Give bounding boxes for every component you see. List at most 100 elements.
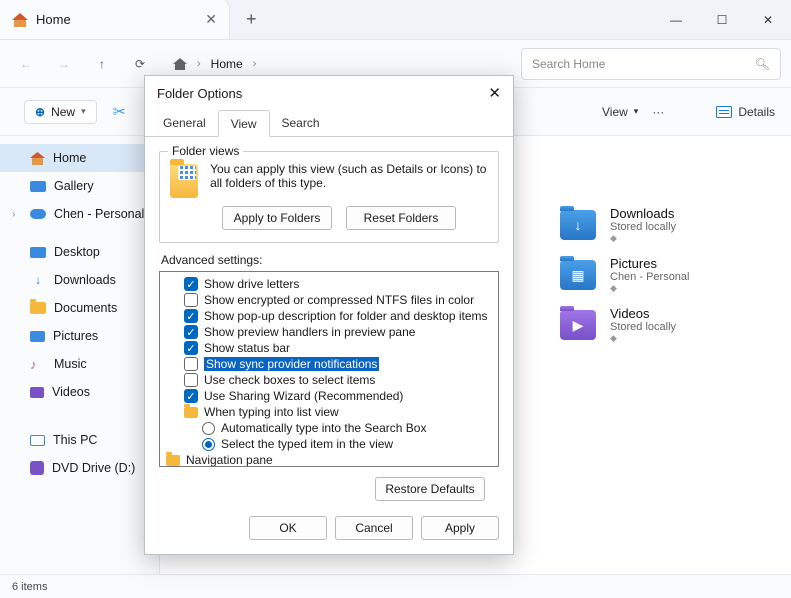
details-icon: [716, 106, 732, 118]
folder-options-dialog: Folder Options ✕ General View Search Fol…: [144, 75, 514, 555]
video-icon: [30, 387, 44, 398]
minimize-button[interactable]: —: [653, 0, 699, 39]
checkbox-icon[interactable]: ✓: [184, 341, 198, 355]
sidebar-item-personal[interactable]: ›Chen - Personal: [0, 200, 159, 228]
forward-button[interactable]: →: [48, 48, 80, 80]
checkbox-icon[interactable]: ✓: [184, 389, 198, 403]
sidebar-item-videos[interactable]: Videos: [0, 378, 159, 406]
new-button[interactable]: ⊕ New ▾: [24, 100, 97, 124]
sidebar-item-gallery[interactable]: Gallery: [0, 172, 159, 200]
home-icon: [30, 152, 45, 165]
tab-search[interactable]: Search: [270, 110, 332, 136]
ok-button[interactable]: OK: [249, 516, 327, 540]
tab-view[interactable]: View: [218, 110, 270, 137]
back-button[interactable]: ←: [10, 48, 42, 80]
maximize-button[interactable]: ☐: [699, 0, 745, 39]
new-tab-button[interactable]: +: [230, 0, 273, 39]
item-count: 6 items: [12, 581, 47, 593]
option-preview-handlers[interactable]: ✓Show preview handlers in preview pane: [166, 324, 492, 340]
chevron-down-icon: ▾: [81, 106, 86, 117]
sidebar-item-desktop[interactable]: Desktop: [0, 238, 159, 266]
breadcrumb-item[interactable]: Home: [211, 57, 243, 71]
checkbox-icon[interactable]: [184, 293, 198, 307]
sidebar-item-thispc[interactable]: This PC: [0, 426, 159, 454]
folder-views-text: You can apply this view (such as Details…: [210, 162, 488, 198]
advanced-settings-tree[interactable]: ✓Show drive letters Show encrypted or co…: [159, 271, 499, 467]
checkbox-icon[interactable]: ✓: [184, 309, 198, 323]
browser-tab[interactable]: Home ✕: [0, 0, 230, 39]
pc-icon: [30, 435, 45, 446]
reset-folders-button[interactable]: Reset Folders: [346, 206, 456, 230]
sidebar-item-pictures[interactable]: Pictures: [0, 322, 159, 350]
music-icon: ♪: [30, 357, 46, 372]
desktop-icon: [30, 247, 46, 258]
folder-views-group: Folder views You can apply this view (su…: [159, 151, 499, 243]
dialog-close-button[interactable]: ✕: [488, 84, 501, 102]
option-sync-notifications[interactable]: Show sync provider notifications: [166, 356, 492, 372]
restore-defaults-button[interactable]: Restore Defaults: [375, 477, 485, 501]
search-input[interactable]: Search Home 🔍︎: [521, 48, 781, 80]
sidebar-item-downloads[interactable]: ↓Downloads: [0, 266, 159, 294]
sidebar-item-home[interactable]: Home: [0, 144, 159, 172]
option-checkboxes[interactable]: Use check boxes to select items: [166, 372, 492, 388]
folder-views-icon: [170, 164, 198, 198]
tab-title: Home: [36, 12, 197, 27]
view-dropdown[interactable]: View▾: [602, 105, 638, 119]
chevron-down-icon: ▾: [634, 106, 639, 117]
option-sharing-wizard[interactable]: ✓Use Sharing Wizard (Recommended): [166, 388, 492, 404]
sidebar-item-dvd[interactable]: DVD Drive (D:): [0, 454, 159, 482]
folder-icon: ▦: [560, 260, 596, 290]
details-toggle[interactable]: Details: [716, 105, 775, 119]
checkbox-icon[interactable]: [184, 373, 198, 387]
search-placeholder: Search Home: [532, 57, 605, 71]
radio-icon[interactable]: [202, 422, 215, 435]
radio-icon[interactable]: [202, 438, 215, 451]
tab-general[interactable]: General: [151, 110, 218, 136]
sidebar-item-documents[interactable]: Documents: [0, 294, 159, 322]
more-button[interactable]: ···: [652, 105, 664, 119]
pin-icon: ◆: [610, 333, 676, 344]
chevron-icon: ›: [197, 58, 201, 70]
titlebar: Home ✕ + — ☐ ✕: [0, 0, 791, 40]
option-popup-desc[interactable]: ✓Show pop-up description for folder and …: [166, 308, 492, 324]
download-icon: ↓: [30, 274, 46, 286]
home-icon: [173, 58, 187, 70]
option-group-typing[interactable]: When typing into list view: [166, 404, 492, 420]
search-icon: 🔍︎: [755, 57, 770, 71]
sidebar: Home Gallery ›Chen - Personal Desktop ↓D…: [0, 136, 160, 574]
dialog-tabs: General View Search: [145, 110, 513, 137]
folder-icon: ↓: [560, 210, 596, 240]
option-drive-letters[interactable]: ✓Show drive letters: [166, 276, 492, 292]
up-button[interactable]: ↑: [86, 48, 118, 80]
plus-icon: ⊕: [35, 105, 45, 119]
statusbar: 6 items: [0, 574, 791, 598]
pin-icon: ◆: [610, 233, 676, 244]
apply-to-folders-button[interactable]: Apply to Folders: [222, 206, 332, 230]
gallery-icon: [30, 181, 46, 192]
folder-icon: [166, 455, 180, 466]
cut-icon[interactable]: ✂: [113, 102, 126, 122]
checkbox-icon[interactable]: ✓: [184, 277, 198, 291]
folder-icon: [184, 407, 198, 418]
option-auto-search[interactable]: Automatically type into the Search Box: [166, 420, 492, 436]
checkbox-icon[interactable]: ✓: [184, 325, 198, 339]
dialog-title: Folder Options: [157, 86, 242, 101]
checkbox-icon[interactable]: [184, 357, 198, 371]
pin-icon: ◆: [610, 283, 690, 294]
chevron-icon: ›: [253, 58, 257, 70]
cancel-button[interactable]: Cancel: [335, 516, 413, 540]
option-group-navpane[interactable]: Navigation pane: [166, 452, 492, 467]
pictures-icon: [30, 331, 45, 342]
cloud-icon: [30, 209, 46, 219]
disc-icon: [30, 461, 44, 475]
advanced-settings-label: Advanced settings:: [161, 253, 499, 267]
option-ntfs-color[interactable]: Show encrypted or compressed NTFS files …: [166, 292, 492, 308]
sidebar-item-music[interactable]: ♪Music: [0, 350, 159, 378]
option-select-typed[interactable]: Select the typed item in the view: [166, 436, 492, 452]
window-close-button[interactable]: ✕: [745, 0, 791, 39]
folder-icon: [30, 302, 46, 314]
tab-close-button[interactable]: ✕: [205, 11, 217, 28]
home-icon: [12, 13, 28, 27]
apply-button[interactable]: Apply: [421, 516, 499, 540]
option-status-bar[interactable]: ✓Show status bar: [166, 340, 492, 356]
